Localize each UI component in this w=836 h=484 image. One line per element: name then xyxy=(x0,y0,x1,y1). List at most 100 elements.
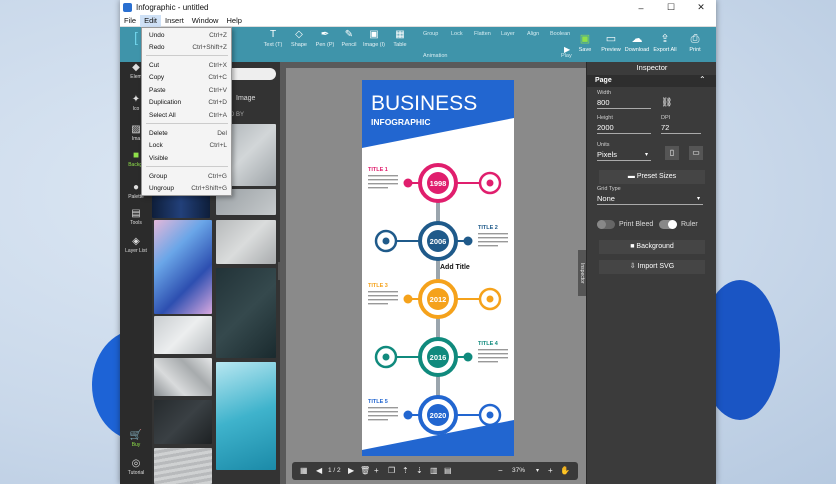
image-tool[interactable]: ▣ Image (I) xyxy=(360,29,388,48)
infographic-page[interactable]: BUSINESS INFOGRAPHIC 1998 TITLE 1 2006 TITL… xyxy=(362,80,514,456)
layer-button[interactable]: Layer xyxy=(501,31,515,37)
background-button[interactable]: ■ Background xyxy=(599,240,705,254)
zoom-in-icon[interactable]: + xyxy=(548,465,553,477)
units-select[interactable]: Pixels xyxy=(597,150,651,161)
play-label[interactable]: Play xyxy=(561,53,572,59)
milestone-text-line xyxy=(368,295,398,297)
duplicate-page-icon[interactable]: ❐ xyxy=(388,465,395,477)
zoom-level[interactable]: 37% xyxy=(512,465,525,477)
grid-type-select[interactable]: None xyxy=(597,194,703,205)
animation-label[interactable]: Animation xyxy=(423,53,447,59)
grid-dropdown-icon[interactable]: ▾ xyxy=(697,195,700,202)
milestone-dot xyxy=(403,294,413,304)
sidebar-item-tools[interactable]: ▤ Tools xyxy=(120,208,152,226)
pen-tool[interactable]: ✒ Pen (P) xyxy=(314,29,336,48)
milestone-text-line xyxy=(368,299,398,301)
menu-item-undo[interactable]: Undo Ctrl+Z xyxy=(142,30,232,42)
zoom-dropdown-icon[interactable]: ▾ xyxy=(536,465,539,477)
add-page-icon[interactable]: + xyxy=(374,465,379,477)
download-button[interactable]: ☁ Download xyxy=(624,33,650,53)
prev-page-icon[interactable]: ◀ xyxy=(316,465,322,477)
height-input[interactable]: 2000 xyxy=(597,123,651,134)
book-icon[interactable]: ▥ xyxy=(430,465,438,477)
pages-icon[interactable]: ▤ xyxy=(444,465,452,477)
menu-file[interactable]: File xyxy=(120,15,140,27)
page-section-header[interactable]: Page ⌃ xyxy=(587,75,716,87)
pen-icon: ✒ xyxy=(320,29,330,40)
menu-item-lock[interactable]: Lock Ctrl+L xyxy=(142,140,232,152)
bg-thumb-stone[interactable] xyxy=(216,220,276,264)
table-tool[interactable]: ▦ Table xyxy=(390,29,410,48)
floating-add-title[interactable]: Add Title xyxy=(440,264,470,271)
tab-image[interactable]: Image xyxy=(236,95,255,102)
bg-thumb-slate[interactable] xyxy=(154,400,212,444)
search-input[interactable] xyxy=(226,68,276,80)
delete-page-icon[interactable]: 🗑 xyxy=(360,465,370,477)
menu-window[interactable]: Window xyxy=(188,15,223,27)
boolean-button[interactable]: Boolean xyxy=(550,31,570,37)
menu-item-cut[interactable]: Cut Ctrl+X xyxy=(142,60,232,72)
menu-item-group[interactable]: Group Ctrl+G xyxy=(142,171,232,183)
bg-thumb-dark-blue[interactable] xyxy=(152,194,210,218)
minimize-icon[interactable]: – xyxy=(626,0,656,15)
print-bleed-toggle[interactable] xyxy=(597,220,615,229)
save-button[interactable]: ▣ Save xyxy=(572,33,598,53)
preset-sizes-button[interactable]: ▬ Preset Sizes xyxy=(599,170,705,184)
move-up-icon[interactable]: ⇡ xyxy=(402,465,409,477)
width-input[interactable]: 800 xyxy=(597,98,651,109)
preview-button[interactable]: ▭ Preview xyxy=(598,33,624,53)
menu-item-redo[interactable]: Redo Ctrl+Shift+Z xyxy=(142,42,232,54)
preset-icon: ▬ xyxy=(627,173,637,180)
import-svg-button[interactable]: ⇩ Import SVG xyxy=(599,260,705,274)
sidebar-item-layer-list[interactable]: ◈ Layer List xyxy=(120,236,152,254)
grid-icon[interactable]: ▦ xyxy=(300,465,308,477)
milestone-text-line xyxy=(368,415,398,417)
bg-thumb-waves[interactable] xyxy=(154,448,212,484)
page-indicator: 1 / 2 xyxy=(328,467,341,474)
menu-item-shortcut: Ctrl+Shift+G xyxy=(191,185,227,192)
maximize-icon[interactable]: ☐ xyxy=(656,0,686,15)
collapse-icon[interactable]: ⌃ xyxy=(699,75,706,84)
bg-thumb-watercolor[interactable] xyxy=(216,362,276,470)
menu-item-select-all[interactable]: Select All Ctrl+A xyxy=(142,110,232,122)
menu-item-ungroup[interactable]: Ungroup Ctrl+Shift+G xyxy=(142,183,232,195)
landscape-icon[interactable]: ▭ xyxy=(689,146,703,160)
bg-thumb-geometric[interactable] xyxy=(154,358,212,396)
bg-thumb-fluid-blue[interactable] xyxy=(154,220,212,314)
ruler-toggle[interactable] xyxy=(659,220,677,229)
dpi-input[interactable]: 72 xyxy=(661,123,701,134)
menu-separator xyxy=(146,123,228,124)
menu-insert[interactable]: Insert xyxy=(161,15,188,27)
menu-item-label: Duplication xyxy=(149,99,182,106)
menu-item-paste[interactable]: Paste Ctrl+V xyxy=(142,85,232,97)
flatten-button[interactable]: Flatten xyxy=(474,31,491,37)
move-down-icon[interactable]: ⇣ xyxy=(416,465,423,477)
align-button[interactable]: Align xyxy=(527,31,539,37)
sidebar-item-buy[interactable]: 🛒 Buy xyxy=(120,430,152,448)
inspector-side-tab[interactable]: Inspector xyxy=(578,250,586,296)
units-dropdown-icon[interactable]: ▾ xyxy=(645,151,648,158)
print-button[interactable]: ⎙ Print xyxy=(682,33,708,53)
shape-tool[interactable]: ◇ Shape xyxy=(288,29,310,48)
menu-item-visible[interactable]: Visible xyxy=(142,153,232,165)
close-icon[interactable]: ✕ xyxy=(686,0,716,15)
text-icon: T xyxy=(269,29,277,40)
menu-item-copy[interactable]: Copy Ctrl+C xyxy=(142,72,232,84)
next-page-icon[interactable]: ▶ xyxy=(348,465,354,477)
link-icon[interactable]: ⛓ xyxy=(661,97,672,108)
lock-button[interactable]: Lock xyxy=(451,31,463,37)
menu-item-delete[interactable]: Delete Del xyxy=(142,128,232,140)
menu-item-duplication[interactable]: Duplication Ctrl+D xyxy=(142,97,232,109)
export-all-button[interactable]: ⇪ Export All xyxy=(650,33,680,53)
group-button[interactable]: Group xyxy=(423,31,438,37)
hand-tool-icon[interactable]: ✋ xyxy=(560,465,570,477)
menu-help[interactable]: Help xyxy=(222,15,245,27)
menu-edit[interactable]: Edit xyxy=(140,14,162,27)
bg-thumb-dark-teal[interactable] xyxy=(216,268,276,358)
pencil-tool[interactable]: ✎ Pencil xyxy=(338,29,360,48)
sidebar-item-tutorial[interactable]: ◎ Tutorial xyxy=(120,458,152,476)
bg-thumb-light[interactable] xyxy=(154,316,212,354)
text-tool[interactable]: T Text (T) xyxy=(262,29,284,48)
portrait-icon[interactable]: ▯ xyxy=(665,146,679,160)
zoom-out-icon[interactable]: − xyxy=(498,465,503,477)
